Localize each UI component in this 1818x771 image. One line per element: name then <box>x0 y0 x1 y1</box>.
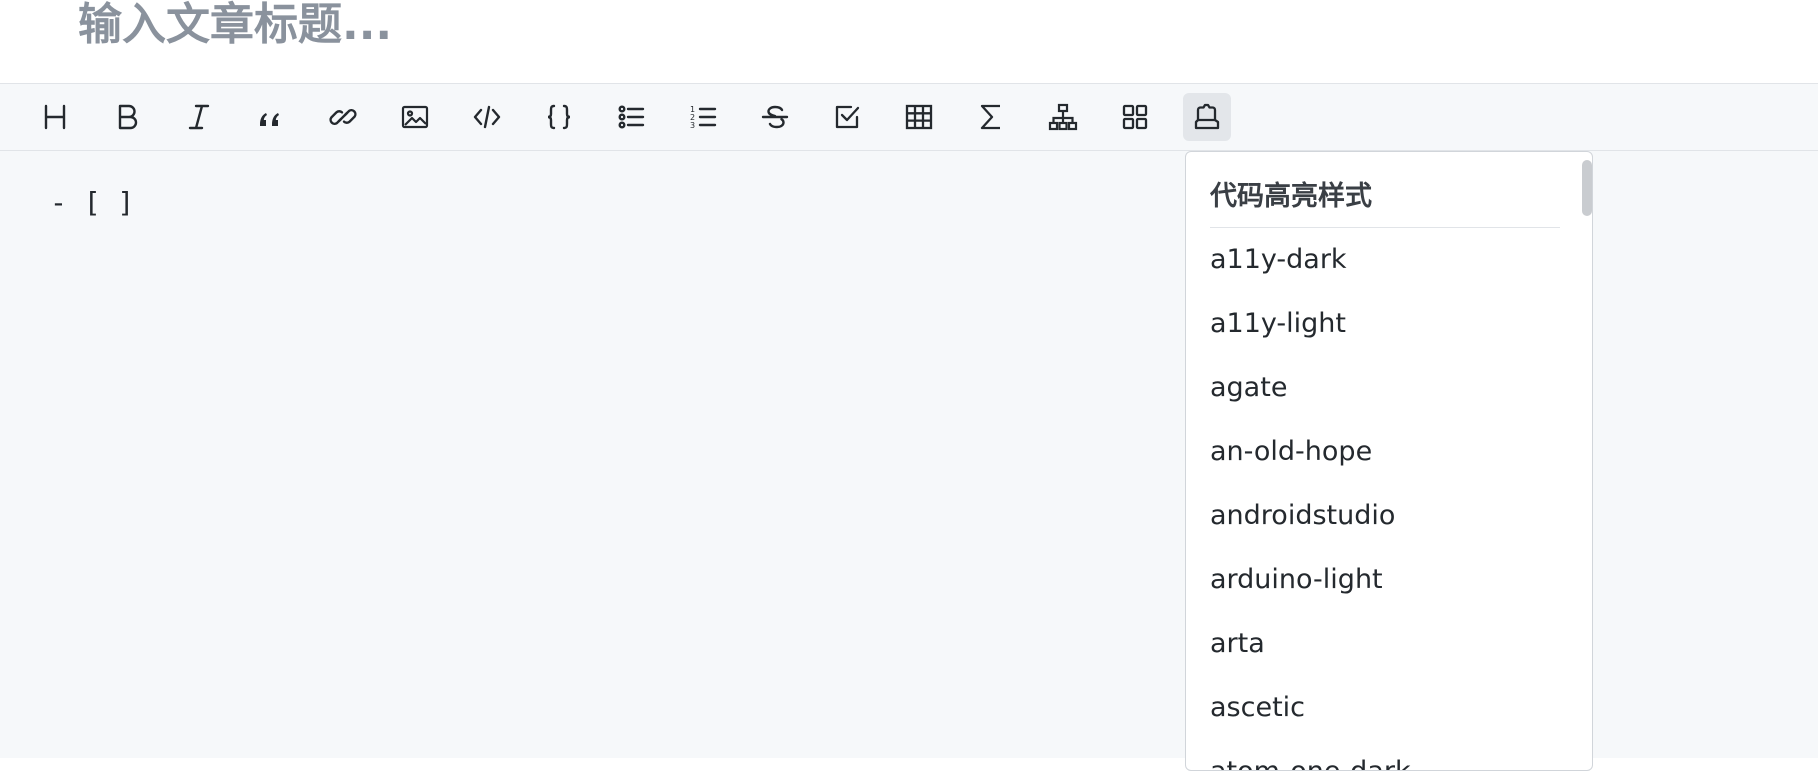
heading-button[interactable] <box>31 93 79 141</box>
theme-list: a11y-dark a11y-light agate an-old-hope a… <box>1186 228 1576 770</box>
italic-button[interactable] <box>175 93 223 141</box>
image-button[interactable] <box>391 93 439 141</box>
image-icon <box>401 105 429 129</box>
quote-icon <box>260 113 279 126</box>
theme-option[interactable]: atom-one-dark <box>1186 740 1576 770</box>
theme-option[interactable]: arduino-light <box>1186 548 1576 612</box>
strikethrough-icon <box>761 105 789 129</box>
task-list-icon <box>835 105 860 129</box>
strikethrough-button[interactable] <box>751 93 799 141</box>
dropdown-scrollbar[interactable] <box>1582 160 1592 216</box>
dropdown-title: 代码高亮样式 <box>1210 181 1372 212</box>
editor-toolbar: 123 <box>0 84 1818 151</box>
theme-option[interactable]: a11y-dark <box>1186 228 1576 292</box>
ordered-list-icon: 123 <box>690 105 717 130</box>
theme-option[interactable]: agate <box>1186 356 1576 420</box>
code-block-button[interactable] <box>535 93 583 141</box>
diagram-icon <box>1048 103 1078 131</box>
code-theme-dropdown: 代码高亮样式 a11y-dark a11y-light agate an-old… <box>1185 151 1593 771</box>
theme-option[interactable]: ascetic <box>1186 676 1576 740</box>
code-icon <box>473 105 501 129</box>
math-icon <box>980 104 1000 130</box>
theme-option[interactable]: androidstudio <box>1186 484 1576 548</box>
inline-code-button[interactable] <box>463 93 511 141</box>
svg-text:3: 3 <box>690 121 695 130</box>
theme-option[interactable]: an-old-hope <box>1186 420 1576 484</box>
diagram-button[interactable] <box>1039 93 1087 141</box>
editor-content-line[interactable]: - [ ] <box>50 186 134 219</box>
table-button[interactable] <box>895 93 943 141</box>
italic-icon <box>188 104 210 130</box>
ordered-list-button[interactable]: 123 <box>679 93 727 141</box>
heading-icon <box>44 104 66 130</box>
grid-icon <box>1122 104 1148 130</box>
theme-option[interactable]: arta <box>1186 612 1576 676</box>
quote-button[interactable] <box>247 93 295 141</box>
table-icon <box>905 104 933 130</box>
article-title-input[interactable] <box>78 0 1578 54</box>
task-list-button[interactable] <box>823 93 871 141</box>
math-button[interactable] <box>967 93 1015 141</box>
link-icon <box>329 109 357 125</box>
title-area <box>0 0 1818 84</box>
grid-button[interactable] <box>1111 93 1159 141</box>
unordered-list-icon <box>618 105 645 129</box>
code-theme-button[interactable] <box>1183 93 1231 141</box>
unordered-list-button[interactable] <box>607 93 655 141</box>
code-block-icon <box>547 104 571 130</box>
bold-icon <box>118 104 138 130</box>
bold-button[interactable] <box>103 93 151 141</box>
theme-option[interactable]: a11y-light <box>1186 292 1576 356</box>
code-theme-icon <box>1194 103 1220 130</box>
link-button[interactable] <box>319 93 367 141</box>
